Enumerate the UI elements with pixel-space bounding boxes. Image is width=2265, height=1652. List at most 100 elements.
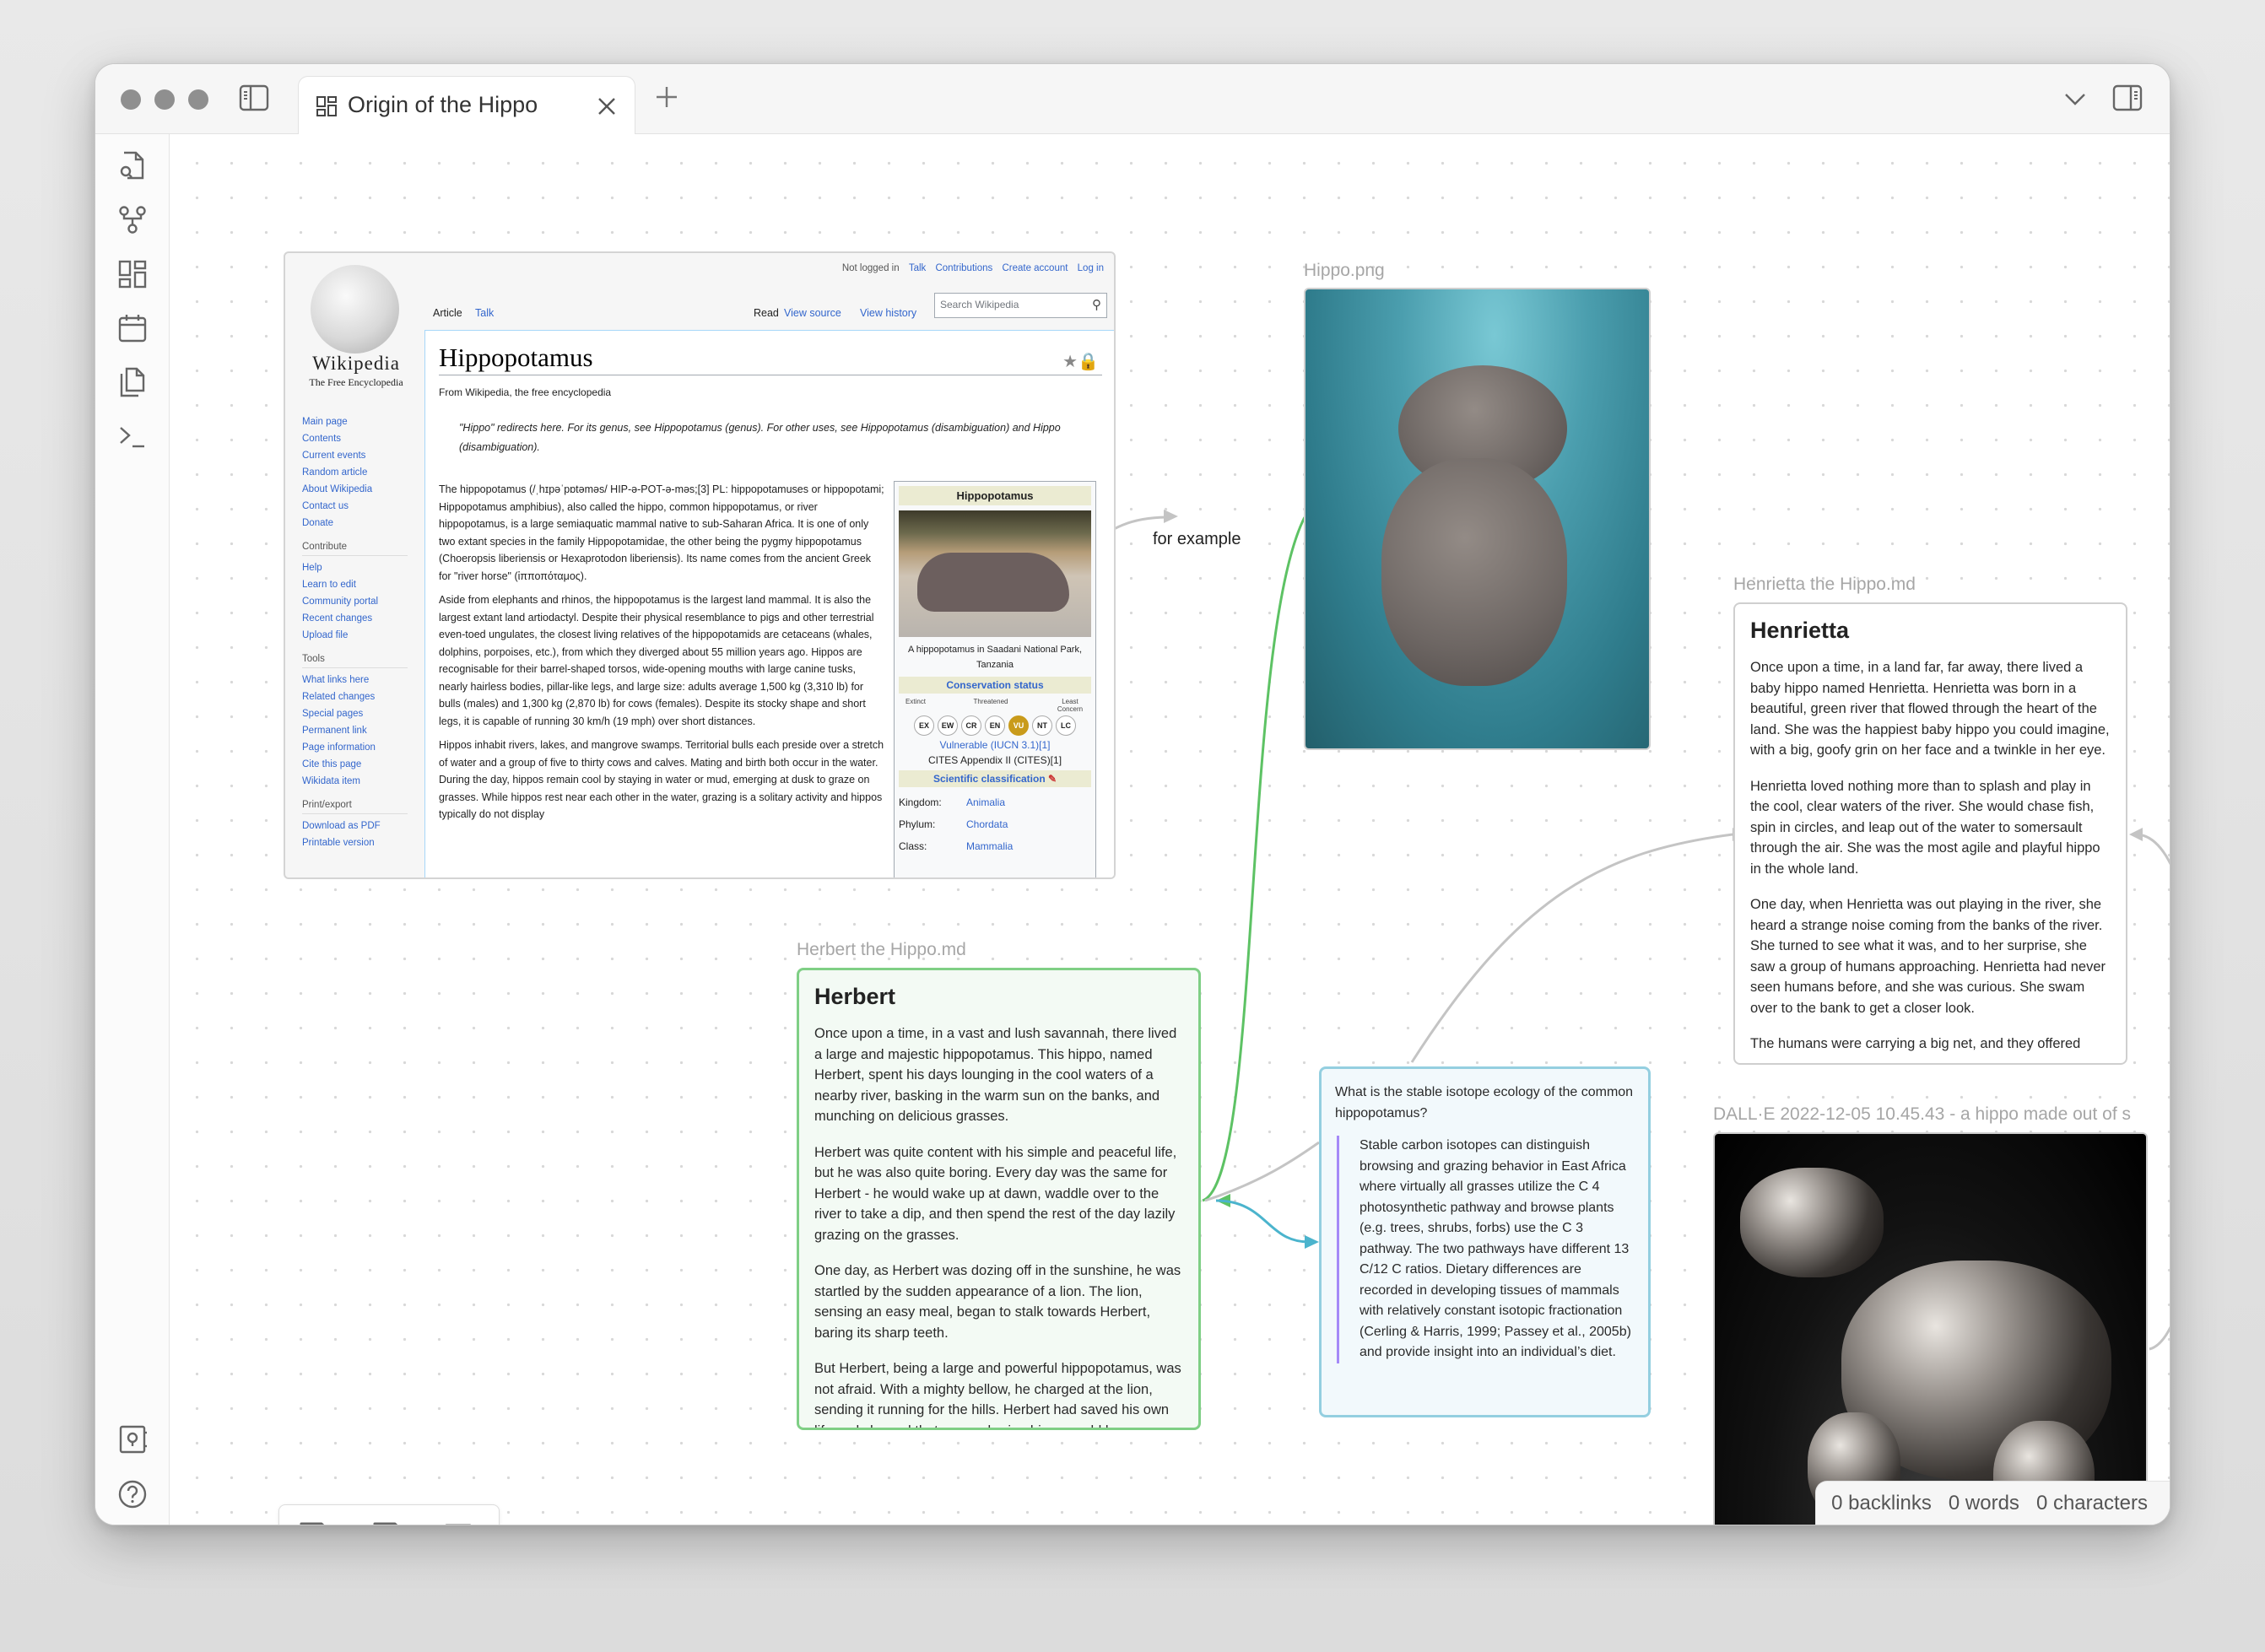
taxon-link[interactable]: Mammalia: [966, 835, 1013, 857]
scale-label-least-concern: Least Concern: [1057, 698, 1084, 713]
search-icon[interactable]: ⚲: [1092, 297, 1101, 312]
wiki-article-title: Hippopotamus: [439, 343, 1102, 375]
wiki-nav-link[interactable]: About Wikipedia: [302, 481, 408, 498]
note-paragraph: Henrietta loved nothing more than to spl…: [1750, 778, 2100, 877]
vault-icon[interactable]: [116, 1423, 149, 1456]
wiki-search-input[interactable]: Search Wikipedia ⚲: [934, 293, 1107, 318]
isotope-text-card[interactable]: What is the stable isotope ecology of th…: [1319, 1066, 1651, 1417]
edge-arrowhead: [1164, 510, 1178, 523]
templates-icon[interactable]: [116, 365, 149, 399]
wiki-nav-heading: Contribute: [302, 538, 408, 556]
wiki-login-link[interactable]: Log in: [1078, 263, 1104, 273]
wiki-nav-link[interactable]: Printable version: [302, 834, 408, 851]
wiki-nav-link[interactable]: Wikidata item: [302, 773, 408, 790]
wiki-paragraph: The hippopotamus (/ˌhɪpəˈpɒtəməs/ HIP-ə-…: [439, 483, 884, 582]
wiki-content: Hippopotamus ★🔒 From Wikipedia, the free…: [424, 330, 1114, 877]
close-tab-icon[interactable]: [596, 95, 618, 117]
canvas-area[interactable]: for example Wikipedia The Free Encyclope…: [170, 134, 2170, 1525]
taxon-link[interactable]: Animalia: [966, 791, 1005, 813]
edge-label[interactable]: for example: [1151, 530, 1243, 549]
app-window: Origin of the Hippo for example Wikipedi…: [95, 63, 2170, 1525]
wiki-nav-link[interactable]: What links here: [302, 672, 408, 688]
isotope-quote-text: Stable carbon isotopes can distinguish b…: [1360, 1138, 1631, 1359]
wiki-tab-view-source[interactable]: View source: [779, 305, 846, 321]
taxon-link[interactable]: Chordata: [966, 813, 1008, 835]
wiki-talk-link[interactable]: Talk: [909, 263, 926, 273]
dalle-image-node[interactable]: [1713, 1132, 2148, 1525]
wiki-tab-talk[interactable]: Talk: [470, 305, 499, 321]
edge-arrowhead: [2129, 828, 2143, 841]
baby-hippo-body: [1381, 458, 1567, 686]
add-media-button[interactable]: [370, 1520, 410, 1525]
henrietta-label[interactable]: Henrietta the Hippo.md: [1733, 575, 1916, 595]
wiki-nav-link[interactable]: Recent changes: [302, 610, 408, 627]
minimize-window-button[interactable]: [154, 89, 175, 110]
tab-origin-of-the-hippo[interactable]: Origin of the Hippo: [298, 76, 635, 135]
wiki-nav-link[interactable]: Current events: [302, 447, 408, 464]
wiki-nav-link[interactable]: Contact us: [302, 498, 408, 515]
hippo-image-label[interactable]: Hippo.png: [1304, 261, 1385, 281]
backlinks-count[interactable]: 0 backlinks: [1831, 1492, 1932, 1515]
wiki-nav-heading: Tools: [302, 651, 408, 668]
add-note-button[interactable]: [296, 1520, 337, 1525]
wiki-nav-link[interactable]: Main page: [302, 413, 408, 430]
wiki-contributions-link[interactable]: Contributions: [935, 263, 992, 273]
status-vulnerable-link[interactable]: Vulnerable (IUCN 3.1)[1]: [899, 739, 1091, 751]
maximize-window-button[interactable]: [188, 89, 208, 110]
status-en: EN: [985, 715, 1005, 736]
wiki-nav-link[interactable]: Cite this page: [302, 756, 408, 773]
daily-note-icon[interactable]: [116, 311, 149, 345]
wiki-create-account-link[interactable]: Create account: [1002, 263, 1068, 273]
note-paragraph: The humans were carrying a big net, and …: [1750, 1036, 2081, 1051]
wiki-tab-view-history[interactable]: View history: [855, 305, 922, 321]
wiki-nav-link[interactable]: Upload file: [302, 627, 408, 644]
wiki-nav-link[interactable]: Contents: [302, 430, 408, 447]
herbert-label[interactable]: Herbert the Hippo.md: [797, 940, 966, 960]
wiki-nav-link[interactable]: Help: [302, 559, 408, 576]
wiki-nav-link[interactable]: Permanent link: [302, 722, 408, 739]
character-count: 0 characters: [2035, 1491, 2148, 1514]
herbert-note-card[interactable]: Herbert Once upon a time, in a vast and …: [797, 968, 1201, 1430]
canvas-icon[interactable]: [116, 257, 149, 291]
wikipedia-globe-logo[interactable]: [311, 265, 399, 354]
wiki-infobox: Hippopotamus A hippopotamus in Saadani N…: [894, 481, 1096, 877]
wikipedia-web-embed[interactable]: Wikipedia The Free Encyclopedia Main pag…: [284, 251, 1116, 879]
edit-pencil-icon[interactable]: ✎: [1048, 773, 1057, 785]
classification-row: Class: Mammalia: [899, 835, 1091, 857]
not-logged-in-text: Not logged in: [841, 263, 900, 273]
dalle-image-label[interactable]: DALL·E 2022-12-05 10.45.43 - a hippo mad…: [1713, 1104, 2148, 1125]
isotope-question: What is the stable isotope ecology of th…: [1335, 1085, 1634, 1120]
status-vu-active: VU: [1008, 715, 1029, 736]
scale-label-extinct: Extinct: [905, 698, 927, 705]
wiki-nav-link[interactable]: Related changes: [302, 688, 408, 705]
tab-list-chevron-down-icon[interactable]: [2064, 93, 2086, 106]
add-card-button[interactable]: [443, 1520, 484, 1525]
wiki-nav-link[interactable]: Random article: [302, 464, 408, 481]
wiki-tagline: The Free Encyclopedia: [309, 376, 403, 388]
wiki-nav-link[interactable]: Donate: [302, 515, 408, 532]
close-window-button[interactable]: [121, 89, 141, 110]
left-sidebar-toggle-icon[interactable]: [239, 84, 269, 111]
infobox-hippo-photo[interactable]: [899, 510, 1091, 637]
left-ribbon: [95, 134, 170, 1525]
hippo-image-node[interactable]: [1304, 288, 1651, 750]
new-tab-icon[interactable]: [654, 84, 679, 110]
wiki-nav-link[interactable]: Special pages: [302, 705, 408, 722]
wiki-nav-link[interactable]: Learn to edit: [302, 576, 408, 593]
wiki-tab-article[interactable]: Article: [428, 305, 468, 321]
isotope-blockquote: Stable carbon isotopes can distinguish b…: [1337, 1136, 1635, 1363]
command-palette-icon[interactable]: [116, 419, 149, 453]
wiki-article-body: The hippopotamus (/ˌhɪpəˈpɒtəməs/ HIP-ə-…: [439, 481, 884, 830]
edge-arrowhead: [1305, 1235, 1319, 1249]
infobox-caption: A hippopotamus in Saadani National Park,…: [907, 645, 1083, 670]
right-sidebar-toggle-icon[interactable]: [2112, 84, 2143, 111]
rank: Phylum:: [899, 818, 936, 830]
note-paragraph: Herbert was quite content with his simpl…: [814, 1144, 1177, 1243]
help-icon[interactable]: [116, 1477, 149, 1511]
quick-switcher-icon[interactable]: [116, 149, 149, 183]
wiki-nav-link[interactable]: Page information: [302, 739, 408, 756]
graph-view-icon[interactable]: [116, 203, 149, 237]
wiki-nav-link[interactable]: Community portal: [302, 593, 408, 610]
henrietta-note-card[interactable]: Henrietta Once upon a time, in a land fa…: [1733, 602, 2127, 1065]
wiki-nav-link[interactable]: Download as PDF: [302, 818, 408, 834]
